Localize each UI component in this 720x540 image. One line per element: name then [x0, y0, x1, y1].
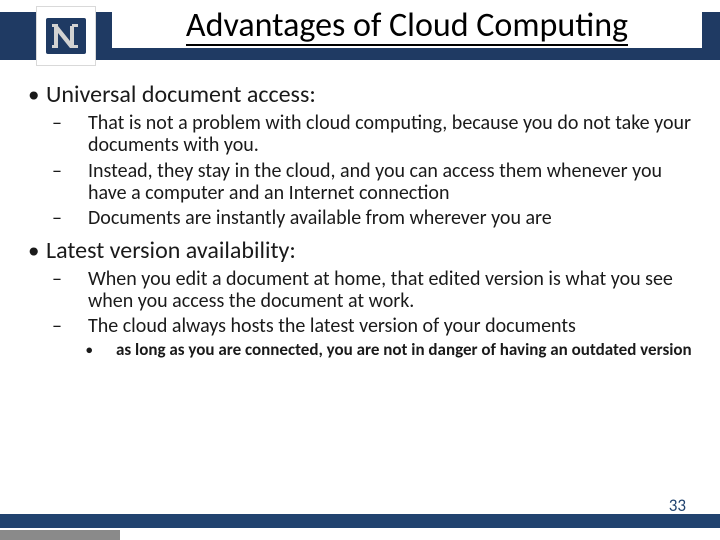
footer-bar-grey: [0, 530, 120, 540]
bullet-level2: –When you edit a document at home, that …: [70, 268, 700, 313]
university-logo: [36, 6, 96, 66]
bullet-dot-icon: •: [28, 239, 46, 265]
n-logo-icon: [44, 14, 88, 58]
bullet-level1: •Universal document access:: [28, 82, 700, 109]
slide-body: •Universal document access: –That is not…: [28, 78, 700, 360]
bullet-level2: –Instead, they stay in the cloud, and yo…: [70, 160, 700, 205]
bullet-level2: –Documents are instantly available from …: [70, 207, 700, 229]
bullet-text: The cloud always hosts the latest versio…: [88, 314, 576, 338]
bullet-text: That is not a problem with cloud computi…: [88, 111, 691, 157]
bullet-level3: •as long as you are connected, you are n…: [102, 341, 700, 360]
dash-icon: –: [70, 112, 88, 134]
dash-icon: –: [70, 160, 88, 182]
bullet-text: Universal document access:: [46, 80, 316, 109]
footer-bar-blue: [0, 514, 720, 528]
dash-icon: –: [70, 268, 88, 290]
bullet-level2: –The cloud always hosts the latest versi…: [70, 315, 700, 337]
bullet-text: as long as you are connected, you are no…: [116, 339, 692, 360]
bullet-level2: –That is not a problem with cloud comput…: [70, 112, 700, 157]
bullet-dot-icon: •: [28, 83, 46, 109]
bullet-text: Latest version availability:: [46, 236, 296, 265]
bullet-dot-icon: •: [102, 344, 116, 358]
bullet-level1: •Latest version availability:: [28, 238, 700, 265]
bullet-text: When you edit a document at home, that e…: [88, 267, 673, 313]
slide-title: Advantages of Cloud Computing: [186, 8, 628, 46]
bullet-text: Instead, they stay in the cloud, and you…: [88, 159, 662, 205]
slide-title-wrap: Advantages of Cloud Computing: [112, 8, 702, 48]
bullet-text: Documents are instantly available from w…: [88, 206, 552, 230]
page-number: 33: [669, 495, 686, 516]
dash-icon: –: [70, 207, 88, 229]
dash-icon: –: [70, 315, 88, 337]
